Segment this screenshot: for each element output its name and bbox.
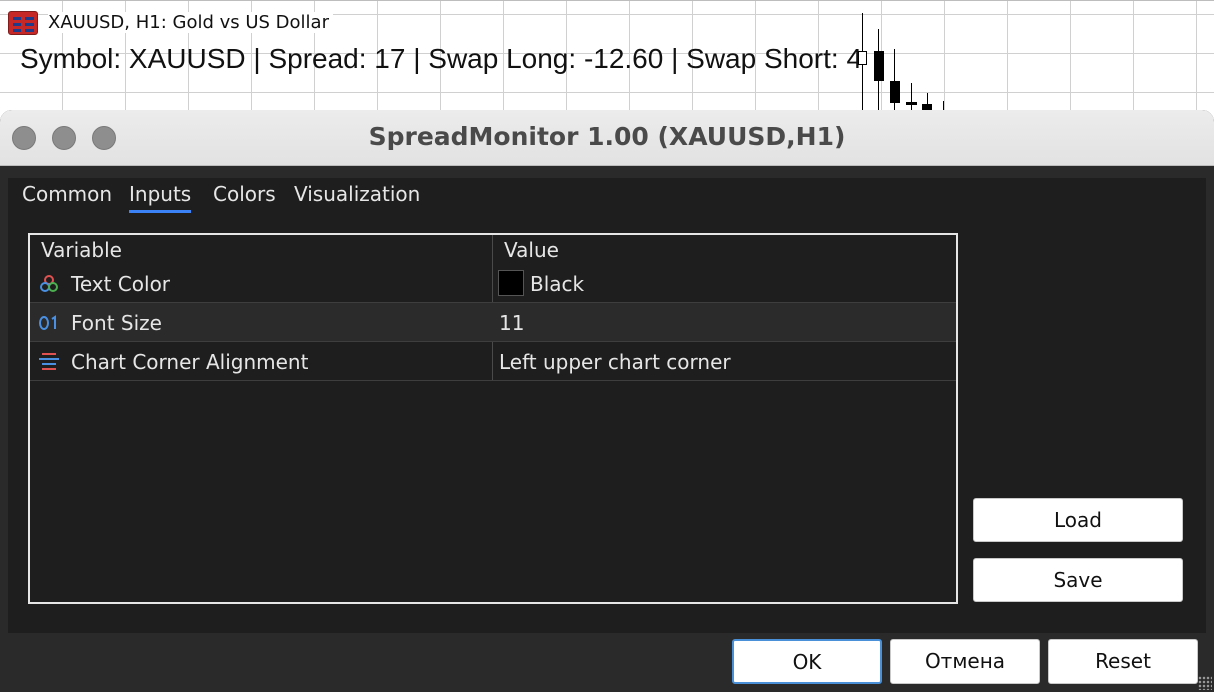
column-header-variable[interactable]: Variable [41,238,122,262]
tab-inputs[interactable]: Inputs [129,182,192,213]
dialog-title: SpreadMonitor 1.00 (XAUUSD,H1) [368,122,846,151]
color-swatch[interactable] [498,270,524,296]
ok-button[interactable]: OK [732,639,882,684]
variable-name: Chart Corner Alignment [71,350,309,374]
reset-button[interactable]: Reset [1048,639,1198,684]
tab-common[interactable]: Common [22,182,112,206]
column-header-value[interactable]: Value [504,238,559,262]
table-row[interactable]: Text Color Black [30,264,956,303]
symbol-info-text: Symbol: XAUUSD | Spread: 17 | Swap Long:… [20,43,863,74]
tab-visualization[interactable]: Visualization [294,182,420,206]
cancel-button[interactable]: Отмена [890,639,1040,684]
load-button[interactable]: Load [973,498,1183,542]
chart-window-title: XAUUSD, H1: Gold vs US Dollar [48,12,333,33]
indicator-properties-dialog: SpreadMonitor 1.00 (XAUUSD,H1) Common In… [0,110,1214,692]
tab-colors[interactable]: Colors [213,182,276,206]
table-row[interactable]: Font Size 11 [30,303,956,342]
resize-grip-icon[interactable] [1198,676,1212,690]
variable-value[interactable]: Black [530,272,584,296]
chart-window-icon [8,11,38,35]
variable-value[interactable]: Left upper chart corner [499,350,731,374]
color-palette-icon [40,275,58,292]
save-button[interactable]: Save [973,558,1183,602]
variable-name: Text Color [71,272,171,296]
inputs-table: Variable Value Text Color Black Font Siz… [28,233,958,604]
enum-list-icon [39,353,59,370]
dialog-titlebar[interactable]: SpreadMonitor 1.00 (XAUUSD,H1) [0,110,1214,166]
table-row[interactable]: Chart Corner Alignment Left upper chart … [30,342,956,381]
integer-icon [39,315,56,330]
variable-name: Font Size [71,311,162,335]
variable-value[interactable]: 11 [499,311,524,335]
